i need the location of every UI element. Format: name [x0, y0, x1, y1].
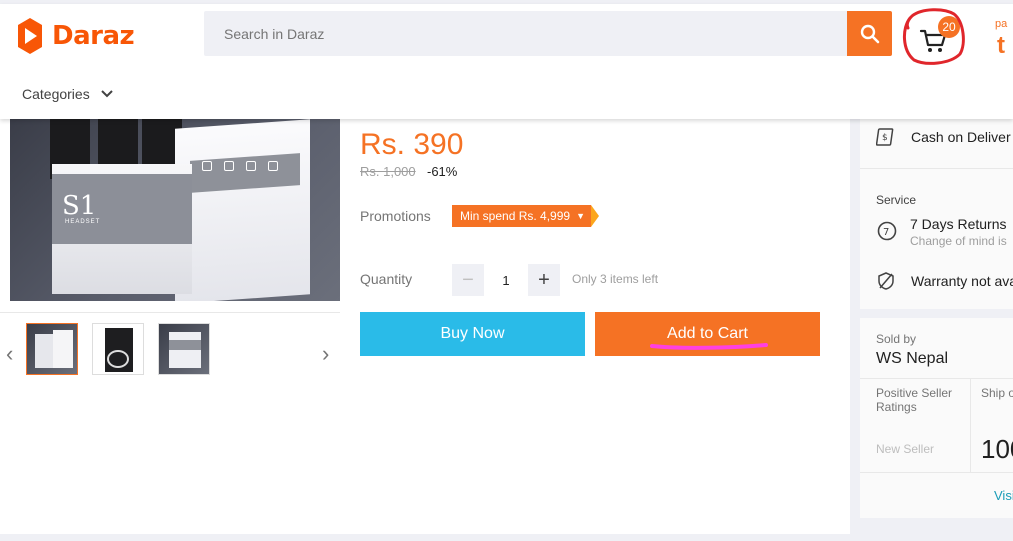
visit-store-link[interactable]: Visi — [994, 488, 1013, 503]
sold-by-label: Sold by — [876, 332, 917, 346]
svg-text:$: $ — [882, 133, 888, 143]
header-promo-banner[interactable]: pa t F — [995, 14, 1013, 62]
daraz-logo[interactable]: Daraz — [16, 16, 135, 56]
quantity-label: Quantity — [360, 271, 413, 287]
positive-ratings-label: Positive Seller Ratings — [876, 386, 953, 414]
service-title: Service — [876, 193, 917, 207]
thumbnail-item[interactable] — [158, 323, 210, 375]
divider — [860, 168, 1013, 169]
categories-label: Categories — [22, 86, 90, 102]
search-input[interactable] — [204, 11, 847, 56]
daraz-logo-icon — [18, 18, 42, 54]
header-promo-line2: t F — [997, 32, 1012, 62]
divider — [970, 378, 971, 472]
categories-menu[interactable]: Categories — [22, 86, 114, 102]
buy-now-button[interactable]: Buy Now — [360, 312, 585, 356]
brand-name: Daraz — [52, 21, 135, 51]
stock-note: Only 3 items left — [572, 272, 659, 286]
thumbnail-item[interactable] — [26, 323, 78, 375]
discount-percent: -61% — [427, 164, 458, 179]
return-icon: 7 — [877, 221, 897, 241]
thumbnail-item[interactable] — [92, 323, 144, 375]
image-product-subtext: HEADSET — [65, 219, 101, 225]
quantity-input[interactable] — [490, 264, 522, 296]
cash-on-delivery-row: $ Cash on Deliver — [876, 127, 1011, 147]
seller-panel — [860, 318, 1013, 518]
thumb-next-icon[interactable]: › — [322, 341, 329, 367]
cart-count-badge: 20 — [938, 16, 960, 38]
header-promo-line1: pa — [995, 18, 1008, 30]
caret-down-icon: ▼ — [576, 211, 585, 221]
thumb-prev-icon[interactable]: ‹ — [6, 341, 13, 367]
thumbnail-strip: ‹ › — [0, 312, 340, 384]
add-to-cart-button[interactable]: Add to Cart — [595, 312, 820, 356]
chevron-down-icon — [100, 90, 113, 98]
cash-icon: $ — [876, 128, 894, 146]
divider — [860, 378, 1013, 379]
returns-row: 7 7 Days Returns Change of mind is — [876, 216, 1007, 248]
promotion-tag-text: Min spend Rs. 4,999 — [460, 209, 571, 223]
promotions-label: Promotions — [360, 208, 431, 224]
returns-label: 7 Days Returns — [910, 216, 1007, 232]
ship-on-time-label: Ship o — [981, 386, 1013, 400]
image-decor — [202, 161, 278, 171]
cart-button[interactable]: 20 — [913, 16, 960, 59]
original-price: Rs. 1,000 — [360, 164, 416, 179]
search-button[interactable] — [847, 11, 892, 56]
quantity-increase-button[interactable]: + — [528, 264, 560, 296]
svg-text:7: 7 — [883, 227, 889, 238]
positive-ratings-value: New Seller — [876, 442, 935, 456]
quantity-decrease-button[interactable]: − — [452, 264, 484, 296]
warranty-label: Warranty not ava — [911, 273, 1013, 289]
product-main-image[interactable]: S1 HEADSET — [10, 119, 340, 301]
warranty-row: Warranty not ava — [876, 271, 1013, 291]
divider — [860, 472, 1013, 473]
cod-label: Cash on Deliver — [911, 129, 1011, 145]
search-bar — [204, 11, 847, 56]
promotion-tag[interactable]: Min spend Rs. 4,999 ▼ — [452, 205, 599, 227]
search-icon — [860, 24, 879, 43]
returns-sublabel: Change of mind is — [910, 234, 1007, 248]
image-product-mark: S1 — [62, 191, 97, 221]
shield-off-icon — [878, 272, 894, 290]
image-decor — [175, 119, 310, 301]
ship-on-time-value: 100 — [981, 434, 1013, 464]
tag-tip — [590, 205, 599, 227]
product-price: Rs. 390 — [360, 128, 464, 161]
seller-name[interactable]: WS Nepal — [876, 350, 948, 368]
